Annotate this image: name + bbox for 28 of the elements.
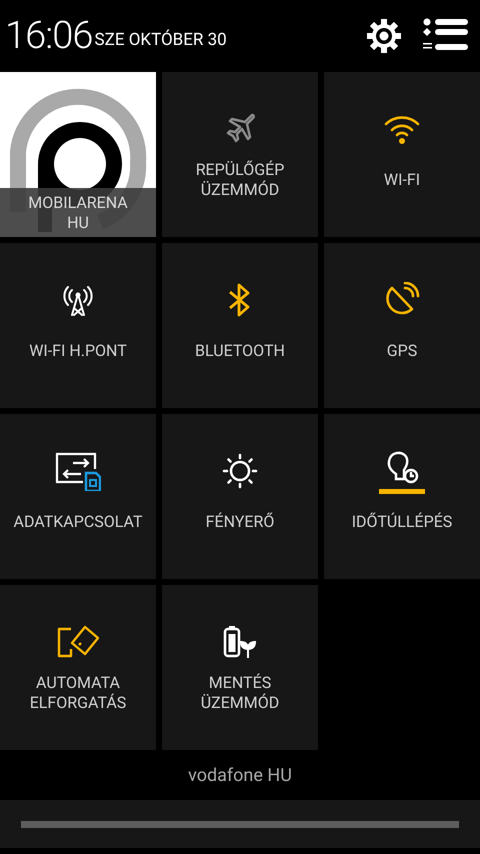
toggle-tile[interactable]: FÉNYERŐ (162, 414, 318, 579)
tile-label: MENTÉS ÜZEMMÓD (200, 672, 280, 712)
toggle-tile[interactable]: WI-FI H.PONT (0, 243, 156, 408)
tile-label: REPÜLŐGÉP ÜZEMMÓD (194, 160, 286, 200)
toggle-tile[interactable]: MENTÉS ÜZEMMÓD (162, 585, 318, 750)
tile-label: IDŐTÚLLÉPÉS (350, 512, 454, 532)
tile-label: ADATKAPCSOLAT (12, 512, 144, 532)
tile-label: BLUETOOTH (194, 340, 286, 360)
shortcut-tile[interactable]: MOBILARENA HU (0, 72, 156, 237)
toggle-tile[interactable]: AUTOMATA ELFORGATÁS (0, 585, 156, 750)
toggle-tile[interactable]: BLUETOOTH (162, 243, 318, 408)
drag-bar[interactable] (0, 800, 480, 848)
toggle-tile[interactable]: GPS (324, 243, 480, 408)
drag-handle[interactable] (21, 820, 459, 828)
tile-label: WI-FI H.PONT (28, 340, 128, 360)
tile-label: GPS (386, 340, 418, 360)
toggle-tile[interactable]: ADATKAPCSOLAT (0, 414, 156, 579)
tile-label: WI-FI (382, 170, 422, 190)
tile-label: FÉNYERŐ (204, 512, 276, 532)
date-text: SZE OKTÓBER 30 (94, 28, 227, 52)
toggle-tile[interactable]: IDŐTÚLLÉPÉS (324, 414, 480, 579)
toggle-tile[interactable]: REPÜLŐGÉP ÜZEMMÓD (162, 72, 318, 237)
tile-label: AUTOMATA ELFORGATÁS (28, 672, 128, 712)
toggle-tile[interactable]: WI-FI (324, 72, 480, 237)
tile-label: MOBILARENA HU (27, 192, 129, 232)
carrier-name: vodafone HU (188, 764, 292, 788)
settings-icon[interactable] (366, 18, 402, 54)
clock-time: 16:06 (5, 17, 93, 55)
